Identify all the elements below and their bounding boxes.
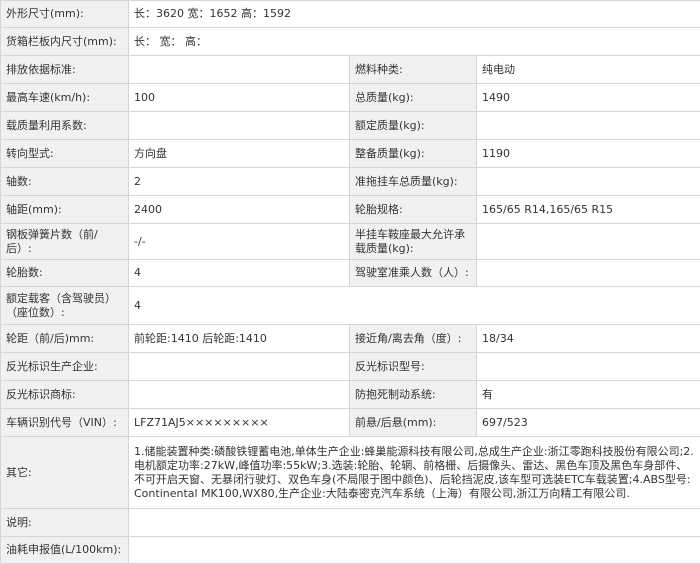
spec-row-axles-trailer: 轴数: 2 准拖挂车总质量(kg):	[0, 167, 700, 196]
spec-row-track-angles: 轮距（前/后)mm: 前轮距:1410 后轮距:1410 接近角/离去角（度）:…	[0, 324, 700, 353]
label-cargo-box: 货箱栏板内尺寸(mm):	[0, 27, 129, 56]
label-vin: 车辆识别代号（VIN）:	[0, 408, 129, 437]
label-total-mass: 总质量(kg):	[349, 83, 477, 112]
value-reflector-maker	[128, 352, 350, 381]
label-tire-spec: 轮胎规格:	[349, 195, 477, 224]
label-max-speed: 最高车速(km/h):	[0, 83, 129, 112]
value-steering-type: 方向盘	[128, 139, 350, 168]
value-fuel-type: 纯电动	[475, 55, 700, 84]
value-wheelbase: 2400	[128, 195, 350, 224]
label-emission-standard: 排放依据标准:	[0, 55, 129, 84]
spec-row-emission-fuel: 排放依据标准: 燃料种类: 纯电动	[0, 55, 700, 84]
label-notes: 说明:	[0, 508, 129, 537]
value-rated-mass	[475, 111, 700, 140]
spec-row-vin-overhang: 车辆识别代号（VIN）: LFZ71AJ5××××××××× 前悬/后悬(mm)…	[0, 408, 700, 437]
spec-row-seats: 额定载客（含驾驶员）（座位数）: 4	[0, 286, 700, 325]
value-vin: LFZ71AJ5×××××××××	[128, 408, 350, 437]
label-wheelbase: 轴距(mm):	[0, 195, 129, 224]
label-other: 其它:	[0, 436, 129, 509]
spec-row-speed-mass: 最高车速(km/h): 100 总质量(kg): 1490	[0, 83, 700, 112]
spec-row-fuel-consumption: 油耗申报值(L/100km):	[0, 536, 700, 564]
label-steering-type: 转向型式:	[0, 139, 129, 168]
spec-row-reflector-maker-model: 反光标识生产企业: 反光标识型号:	[0, 352, 700, 381]
spec-row-wheelbase-tire: 轴距(mm): 2400 轮胎规格: 165/65 R14,165/65 R15	[0, 195, 700, 224]
value-track-width: 前轮距:1410 后轮距:1410	[128, 324, 350, 353]
value-total-mass: 1490	[475, 83, 700, 112]
label-rated-seats: 额定载客（含驾驶员）（座位数）:	[0, 286, 129, 325]
spec-row-cargo-box: 货箱栏板内尺寸(mm): 长： 宽： 高：	[0, 27, 700, 56]
label-fuel-type: 燃料种类:	[349, 55, 477, 84]
label-track-width: 轮距（前/后)mm:	[0, 324, 129, 353]
value-reflector-model	[475, 352, 700, 381]
value-axle-count: 2	[128, 167, 350, 196]
label-saddle-capacity: 半挂车鞍座最大允许承载质量(kg):	[349, 223, 477, 260]
label-approach-departure: 接近角/离去角（度）:	[349, 324, 477, 353]
value-notes	[127, 508, 700, 537]
value-overhang: 697/523	[475, 408, 700, 437]
value-approach-departure: 18/34	[475, 324, 700, 353]
label-overhang: 前悬/后悬(mm):	[349, 408, 477, 437]
value-trailer-mass	[475, 167, 700, 196]
label-fuel-consumption: 油耗申报值(L/100km):	[0, 536, 129, 564]
value-reflector-brand	[128, 380, 350, 409]
spec-row-other: 其它: 1.储能装置种类:磷酸铁锂蓄电池,单体生产企业:蜂巢能源科技有限公司,总…	[0, 436, 700, 509]
label-cab-occupants: 驾驶室准乘人数（人）:	[349, 259, 477, 287]
value-curb-mass: 1190	[475, 139, 700, 168]
label-trailer-mass: 准拖挂车总质量(kg):	[349, 167, 477, 196]
value-max-speed: 100	[128, 83, 350, 112]
value-cab-occupants	[475, 259, 700, 287]
label-load-utilization: 载质量利用系数:	[0, 111, 129, 140]
value-fuel-consumption	[127, 536, 700, 564]
spec-row-reflector-brand-abs: 反光标识商标: 防抱死制动系统: 有	[0, 380, 700, 409]
label-dimensions: 外形尺寸(mm):	[0, 0, 129, 28]
label-tire-count: 轮胎数:	[0, 259, 129, 287]
spec-row-notes: 说明:	[0, 508, 700, 537]
spec-row-dimensions: 外形尺寸(mm): 长：3620 宽：1652 高：1592	[0, 0, 700, 28]
value-load-utilization	[128, 111, 350, 140]
spec-row-springs-saddle: 钢板弹簧片数（前/后）: -/- 半挂车鞍座最大允许承载质量(kg):	[0, 223, 700, 260]
vehicle-spec-table: 外形尺寸(mm): 长：3620 宽：1652 高：1592 货箱栏板内尺寸(m…	[0, 0, 700, 564]
value-tire-count: 4	[128, 259, 350, 287]
value-leaf-springs: -/-	[128, 223, 350, 260]
spec-row-tires-cab: 轮胎数: 4 驾驶室准乘人数（人）:	[0, 259, 700, 287]
label-reflector-maker: 反光标识生产企业:	[0, 352, 129, 381]
value-rated-seats: 4	[127, 286, 700, 325]
label-leaf-springs: 钢板弹簧片数（前/后）:	[0, 223, 129, 260]
value-emission-standard	[128, 55, 350, 84]
spec-row-load-rated: 载质量利用系数: 额定质量(kg):	[0, 111, 700, 140]
value-other: 1.储能装置种类:磷酸铁锂蓄电池,单体生产企业:蜂巢能源科技有限公司,总成生产企…	[127, 436, 700, 509]
value-dimensions: 长：3620 宽：1652 高：1592	[127, 0, 700, 28]
label-reflector-model: 反光标识型号:	[349, 352, 477, 381]
value-saddle-capacity	[475, 223, 700, 260]
label-abs: 防抱死制动系统:	[349, 380, 477, 409]
label-rated-mass: 额定质量(kg):	[349, 111, 477, 140]
value-cargo-box: 长： 宽： 高：	[127, 27, 700, 56]
label-axle-count: 轴数:	[0, 167, 129, 196]
label-curb-mass: 整备质量(kg):	[349, 139, 477, 168]
label-reflector-brand: 反光标识商标:	[0, 380, 129, 409]
spec-row-steering-curb: 转向型式: 方向盘 整备质量(kg): 1190	[0, 139, 700, 168]
value-tire-spec: 165/65 R14,165/65 R15	[475, 195, 700, 224]
value-abs: 有	[475, 380, 700, 409]
